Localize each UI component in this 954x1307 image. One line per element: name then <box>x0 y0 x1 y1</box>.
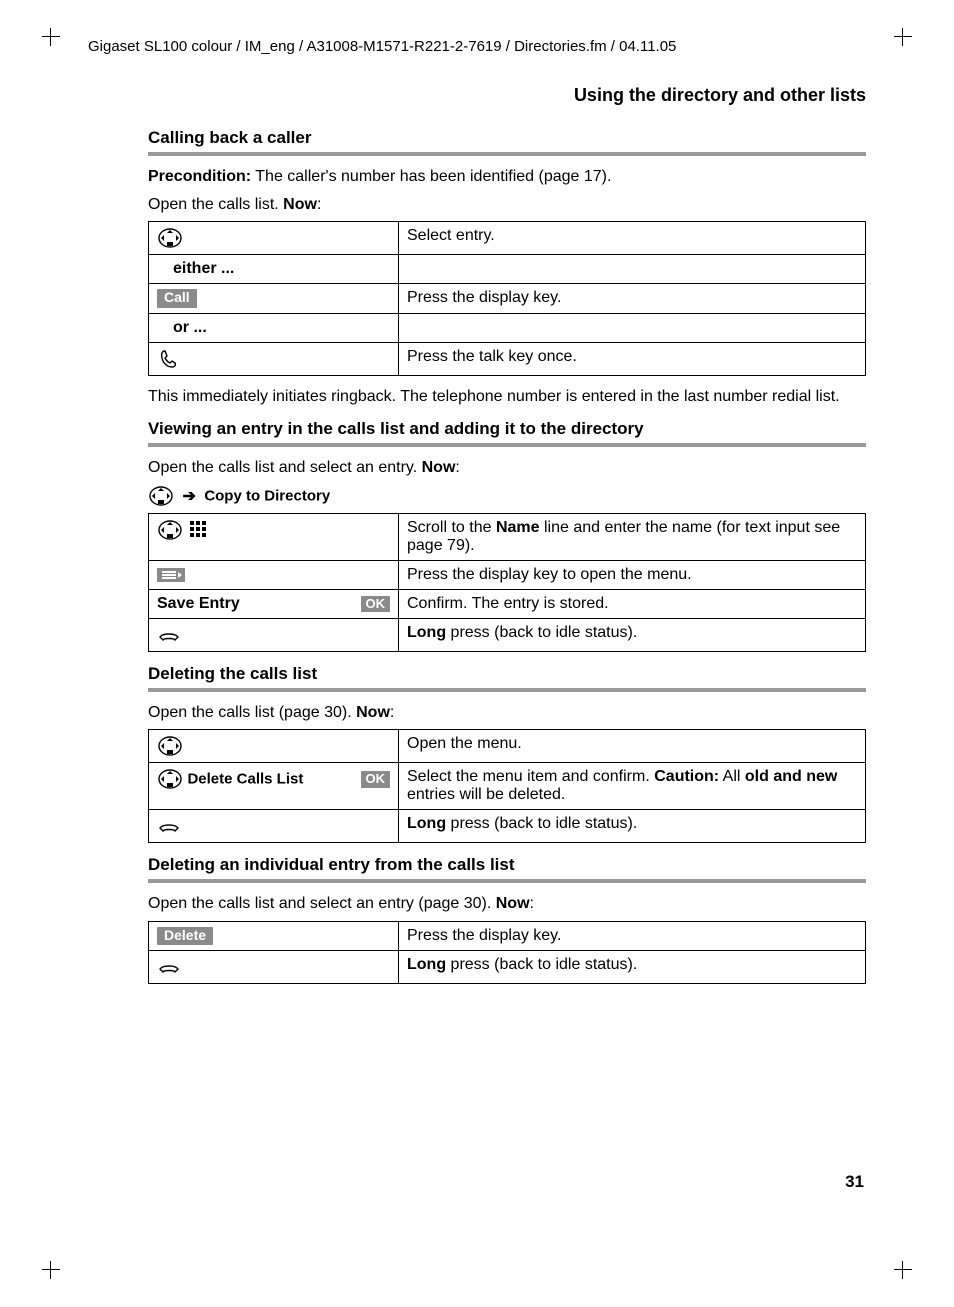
table-row: Long press (back to idle status). <box>149 951 866 984</box>
table-row: Long press (back to idle status). <box>149 618 866 651</box>
hangup-key-icon <box>157 956 181 978</box>
nav-key-icon <box>157 519 183 541</box>
step-description: Select entry. <box>399 222 866 255</box>
steps-table-calling-back: Select entry. either ... Call Press the … <box>148 221 866 375</box>
table-row: Delete Calls List OK Select the menu ite… <box>149 763 866 810</box>
step-description: Select the menu item and confirm. Cautio… <box>399 763 866 810</box>
table-row: Press the display key to open the menu. <box>149 560 866 589</box>
crop-mark-icon <box>42 1261 60 1279</box>
save-entry-label: Save Entry <box>157 595 240 613</box>
table-row: Save Entry OK Confirm. The entry is stor… <box>149 589 866 618</box>
call-softkey: Call <box>157 289 197 307</box>
either-label: either ... <box>149 255 399 284</box>
table-row: Delete Press the display key. <box>149 922 866 951</box>
page-number: 31 <box>845 1172 864 1192</box>
section-heading-deleting-list: Deleting the calls list <box>148 664 866 684</box>
ok-softkey: OK <box>361 596 391 612</box>
table-row: Press the talk key once. <box>149 342 866 375</box>
step-description: Press the display key. <box>399 922 866 951</box>
ringback-note: This immediately initiates ringback. The… <box>148 386 866 408</box>
or-label: or ... <box>149 313 399 342</box>
section-rule <box>148 443 866 447</box>
ok-softkey: OK <box>361 771 391 787</box>
table-row: Open the menu. <box>149 730 866 763</box>
precondition-text: Precondition: The caller's number has be… <box>148 166 866 188</box>
section-rule <box>148 152 866 156</box>
arrow-right-icon: ➔ <box>182 486 195 506</box>
section-rule <box>148 879 866 883</box>
step-description: Long press (back to idle status). <box>399 618 866 651</box>
table-row: Call Press the display key. <box>149 284 866 313</box>
page-title: Using the directory and other lists <box>148 85 866 106</box>
menu-path-label: Copy to Directory <box>204 487 330 504</box>
nav-key-icon <box>157 227 183 249</box>
hangup-key-icon <box>157 815 181 837</box>
section-heading-calling-back: Calling back a caller <box>148 128 866 148</box>
section-heading-viewing-entry: Viewing an entry in the calls list and a… <box>148 419 866 439</box>
nav-key-icon <box>157 735 183 757</box>
table-row: Long press (back to idle status). <box>149 810 866 843</box>
section-heading-deleting-entry: Deleting an individual entry from the ca… <box>148 855 866 875</box>
step-description: Press the talk key once. <box>399 342 866 375</box>
talk-key-icon <box>157 348 181 370</box>
instruction-open-select: Open the calls list and select an entry.… <box>148 457 866 479</box>
crop-mark-icon <box>894 28 912 46</box>
crop-mark-icon <box>894 1261 912 1279</box>
document-header: Gigaset SL100 colour / IM_eng / A31008-M… <box>60 38 894 55</box>
step-description: Confirm. The entry is stored. <box>399 589 866 618</box>
instruction-open-calls-p30: Open the calls list (page 30). Now: <box>148 702 866 724</box>
table-row: Select entry. <box>149 222 866 255</box>
table-row: Scroll to the Name line and enter the na… <box>149 513 866 560</box>
delete-softkey: Delete <box>157 927 213 945</box>
step-description: Press the display key. <box>399 284 866 313</box>
document-page: Gigaset SL100 colour / IM_eng / A31008-M… <box>0 0 954 1307</box>
keypad-icon <box>187 519 211 541</box>
step-description: Long press (back to idle status). <box>399 810 866 843</box>
steps-table-deleting-entry: Delete Press the display key. Long press… <box>148 921 866 984</box>
instruction-open-select-p30: Open the calls list and select an entry … <box>148 893 866 915</box>
hangup-key-icon <box>157 624 181 646</box>
section-rule <box>148 688 866 692</box>
step-description: Open the menu. <box>399 730 866 763</box>
menu-softkey-icon <box>157 568 185 582</box>
crop-mark-icon <box>42 28 60 46</box>
nav-key-icon <box>148 485 174 507</box>
table-row: or ... <box>149 313 866 342</box>
step-description: Long press (back to idle status). <box>399 951 866 984</box>
nav-key-icon <box>157 768 183 790</box>
step-description: Press the display key to open the menu. <box>399 560 866 589</box>
steps-table-viewing-entry: Scroll to the Name line and enter the na… <box>148 513 866 652</box>
step-description: Scroll to the Name line and enter the na… <box>399 513 866 560</box>
steps-table-deleting-list: Open the menu. Delete Calls List OK <box>148 729 866 843</box>
precondition-label: Precondition: <box>148 168 251 185</box>
page-content: Using the directory and other lists Call… <box>60 55 894 984</box>
menu-path: ➔ Copy to Directory <box>148 485 866 507</box>
table-row: either ... <box>149 255 866 284</box>
instruction-open-calls: Open the calls list. Now: <box>148 194 866 216</box>
delete-calls-list-label: Delete Calls List <box>187 771 303 788</box>
